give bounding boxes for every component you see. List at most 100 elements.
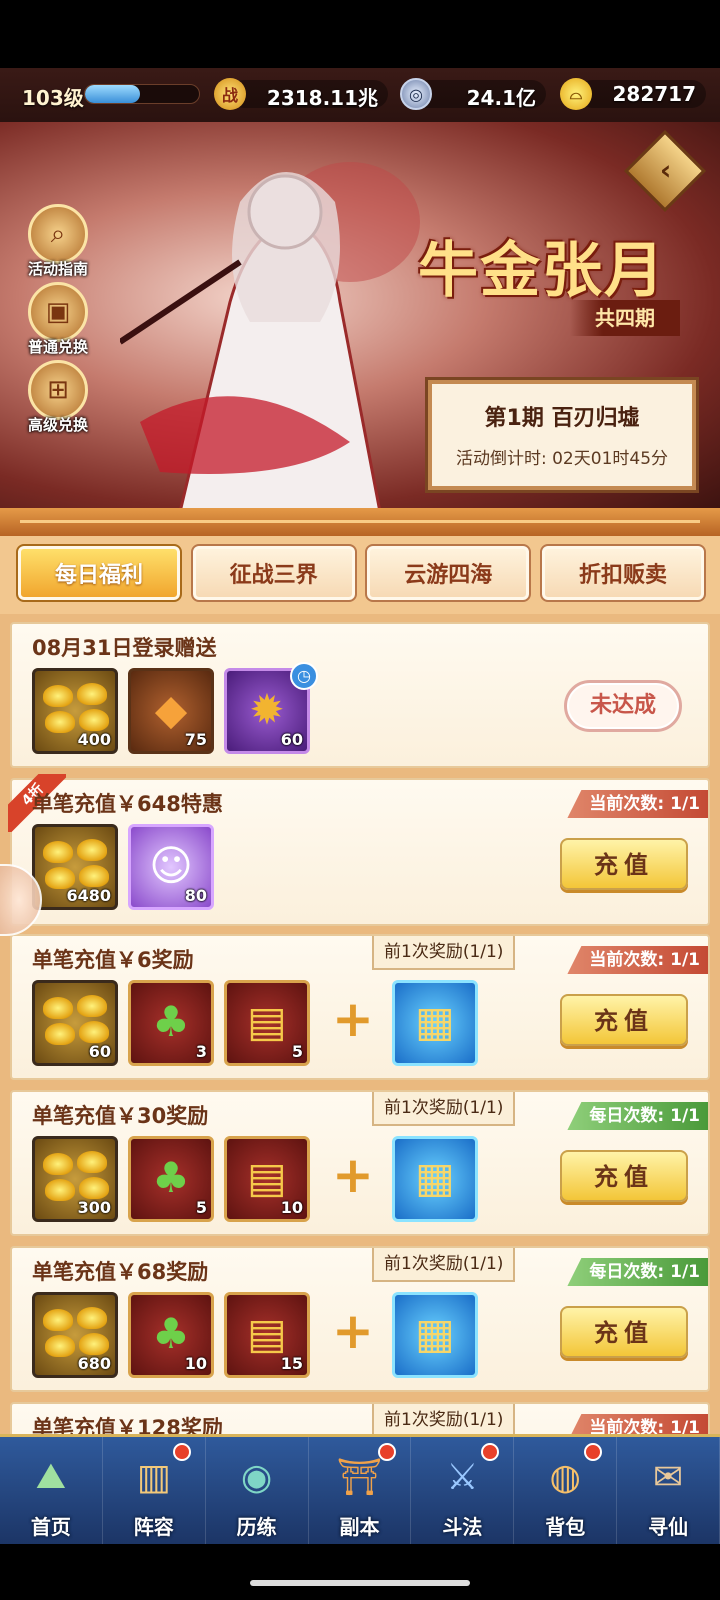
event-title: 牛金张月 [418, 236, 666, 306]
item-count: 6480 [66, 886, 111, 905]
item-count: 680 [77, 1354, 111, 1373]
treasure-chest-item[interactable]: ▤ 5 [224, 980, 310, 1066]
period-title: 第1期 百刃归墟 [484, 406, 640, 431]
notification-dot [481, 1443, 500, 1461]
period-board: 第1期 百刃归墟 活动倒计时: 02天01时45分 [428, 380, 696, 490]
recharge-button[interactable]: 充值 [560, 838, 688, 890]
power-value: 2318.11兆 [266, 86, 378, 110]
back-button[interactable]: ‹ [623, 129, 707, 213]
magnifier-icon: ⌕ [28, 204, 88, 264]
chest-icon: ▤ [247, 1309, 287, 1358]
clover-icon: ♣ [152, 997, 190, 1046]
previous-reward-label: 前1次奖励(1/1) [372, 1248, 516, 1282]
tab-bar: 每日福利 征战三界 云游四海 折扣贩卖 [0, 536, 720, 614]
advanced-exchange-button[interactable]: ⊞ 高级兑换 [18, 360, 98, 435]
gold-ingot-item[interactable]: 300 [32, 1136, 118, 1222]
tab-daily-welfare[interactable]: 每日福利 [16, 544, 182, 602]
nav-training[interactable]: ◉ 历练 [206, 1437, 309, 1544]
bonus-chest-item[interactable]: ▦ [392, 1136, 478, 1222]
clover-item[interactable]: ♣ 3 [128, 980, 214, 1066]
nav-home[interactable]: ⛰ 首页 [0, 1437, 103, 1544]
notification-dot [584, 1443, 603, 1461]
clover-icon: ♣ [152, 1309, 190, 1358]
clover-item[interactable]: ♣ 10 [128, 1292, 214, 1378]
bonus-chest-icon: ▦ [415, 1309, 455, 1358]
nav-bag[interactable]: ◍ 背包 [514, 1437, 618, 1544]
event-subtitle: 共四期 [570, 300, 680, 336]
recharge-button[interactable]: 充值 [560, 994, 688, 1046]
gold-ingot-item[interactable]: 680 [32, 1292, 118, 1378]
count-tag: 当前次数: 1/1 [567, 790, 708, 818]
player-level: 103级 [22, 86, 84, 110]
item-count: 80 [184, 886, 207, 905]
not-achieved-button[interactable]: 未达成 [564, 680, 682, 732]
gold-ingot-item[interactable]: 6480 [32, 824, 118, 910]
nav-label: 斗法 [442, 1515, 483, 1539]
event-guide-label: 活动指南 [27, 260, 88, 278]
recharge-button[interactable]: 充值 [560, 1150, 688, 1202]
item-count: 60 [88, 1042, 111, 1061]
recharge-button[interactable]: 充值 [560, 1306, 688, 1358]
tab-conquer-realms[interactable]: 征战三界 [190, 544, 357, 602]
bonus-chest-item[interactable]: ▦ [392, 1292, 478, 1378]
previous-reward-label: 前1次奖励(1/1) [372, 1404, 516, 1438]
chest-icon: ▤ [247, 1153, 287, 1202]
card-title: 单笔充值￥68奖励 [32, 1260, 209, 1284]
event-guide-button[interactable]: ⌕ 活动指南 [18, 204, 98, 279]
plus-icon: + [332, 1146, 374, 1204]
event-countdown: 活动倒计时: 02天01时45分 [455, 449, 669, 469]
gold-ingot-icon: ⌓ [560, 78, 592, 110]
gold-ingot-item[interactable]: 60 [32, 980, 118, 1066]
gift-icon: ⊞ [28, 360, 88, 420]
tab-travel-seas[interactable]: 云游四海 [365, 544, 532, 602]
nav-dungeon[interactable]: ⛩ 副本 [309, 1437, 412, 1544]
item-count: 300 [77, 1198, 111, 1217]
card-title: 08月31日登录赠送 [32, 636, 217, 660]
reward-card-68: 单笔充值￥68奖励 前1次奖励(1/1) 每日次数: 1/1 680 ♣ 10 … [10, 1246, 710, 1392]
item-count: 75 [184, 730, 207, 749]
home-indicator[interactable] [250, 1580, 470, 1586]
clock-icon: ◷ [290, 662, 318, 690]
treasure-chest-item[interactable]: ▤ 15 [224, 1292, 310, 1378]
item-count: 5 [291, 1042, 303, 1061]
reward-card-30: 单笔充值￥30奖励 前1次奖励(1/1) 每日次数: 1/1 300 ♣ 5 ▤… [10, 1090, 710, 1236]
crystal-icon: ◆ [154, 685, 188, 734]
character-illustration [120, 162, 420, 512]
character-card-item[interactable]: ☺ 80 [128, 824, 214, 910]
nav-label: 首页 [30, 1515, 71, 1539]
home-icon: ⛰ [35, 1456, 67, 1497]
nav-label: 阵容 [133, 1515, 174, 1539]
clover-item[interactable]: ♣ 5 [128, 1136, 214, 1222]
exp-bar-fill [85, 85, 140, 103]
power-icon: 战 [214, 78, 246, 110]
item-count: 10 [184, 1354, 207, 1373]
maple-leaf-icon: ✹ [249, 685, 285, 734]
reward-card-6: 单笔充值￥6奖励 前1次奖励(1/1) 当前次数: 1/1 60 ♣ 3 ▤ 5… [10, 934, 710, 1080]
normal-exchange-label: 普通兑换 [27, 338, 88, 356]
card-title: 单笔充值￥30奖励 [32, 1104, 209, 1128]
system-status-bar [0, 0, 720, 68]
item-count: 10 [280, 1198, 303, 1217]
notification-dot [172, 1443, 191, 1461]
coin-icon: ◎ [400, 78, 432, 110]
reward-card-login: 08月31日登录赠送 400 ◆ 75 ✹ 60 ◷ 未达成 [10, 622, 710, 768]
nav-label: 历练 [236, 1515, 277, 1539]
tab-discount-sale[interactable]: 折扣贩卖 [539, 544, 706, 602]
plus-icon: + [332, 990, 374, 1048]
coin-value: 24.1亿 [466, 86, 536, 110]
treasure-chest-item[interactable]: ▤ 10 [224, 1136, 310, 1222]
nav-seek-immortal[interactable]: ✉ 寻仙 [617, 1437, 720, 1544]
crystal-item[interactable]: ◆ 75 [128, 668, 214, 754]
nav-label: 寻仙 [648, 1515, 689, 1539]
normal-exchange-button[interactable]: ▣ 普通兑换 [18, 282, 98, 357]
reward-list[interactable]: 08月31日登录赠送 400 ◆ 75 ✹ 60 ◷ 未达成 4折 单笔充值￥6… [0, 614, 720, 1464]
nav-formation[interactable]: ▥ 阵容 [103, 1437, 206, 1544]
gold-ingot-item[interactable]: 400 [32, 668, 118, 754]
nav-battle[interactable]: ⚔ 斗法 [411, 1437, 515, 1544]
reward-card-648: 4折 单笔充值￥648特惠 当前次数: 1/1 6480 ☺ 80 充值 [8, 774, 710, 926]
bonus-chest-item[interactable]: ▦ [392, 980, 478, 1066]
card-title: 单笔充值￥6奖励 [32, 948, 194, 972]
card-title: 单笔充值￥648特惠 [32, 792, 223, 816]
notification-dot [378, 1443, 397, 1461]
bottom-navigation: ⛰ 首页 ▥ 阵容 ◉ 历练 ⛩ 副本 ⚔ 斗法 ◍ 背包 ✉ 寻仙 [0, 1434, 720, 1544]
